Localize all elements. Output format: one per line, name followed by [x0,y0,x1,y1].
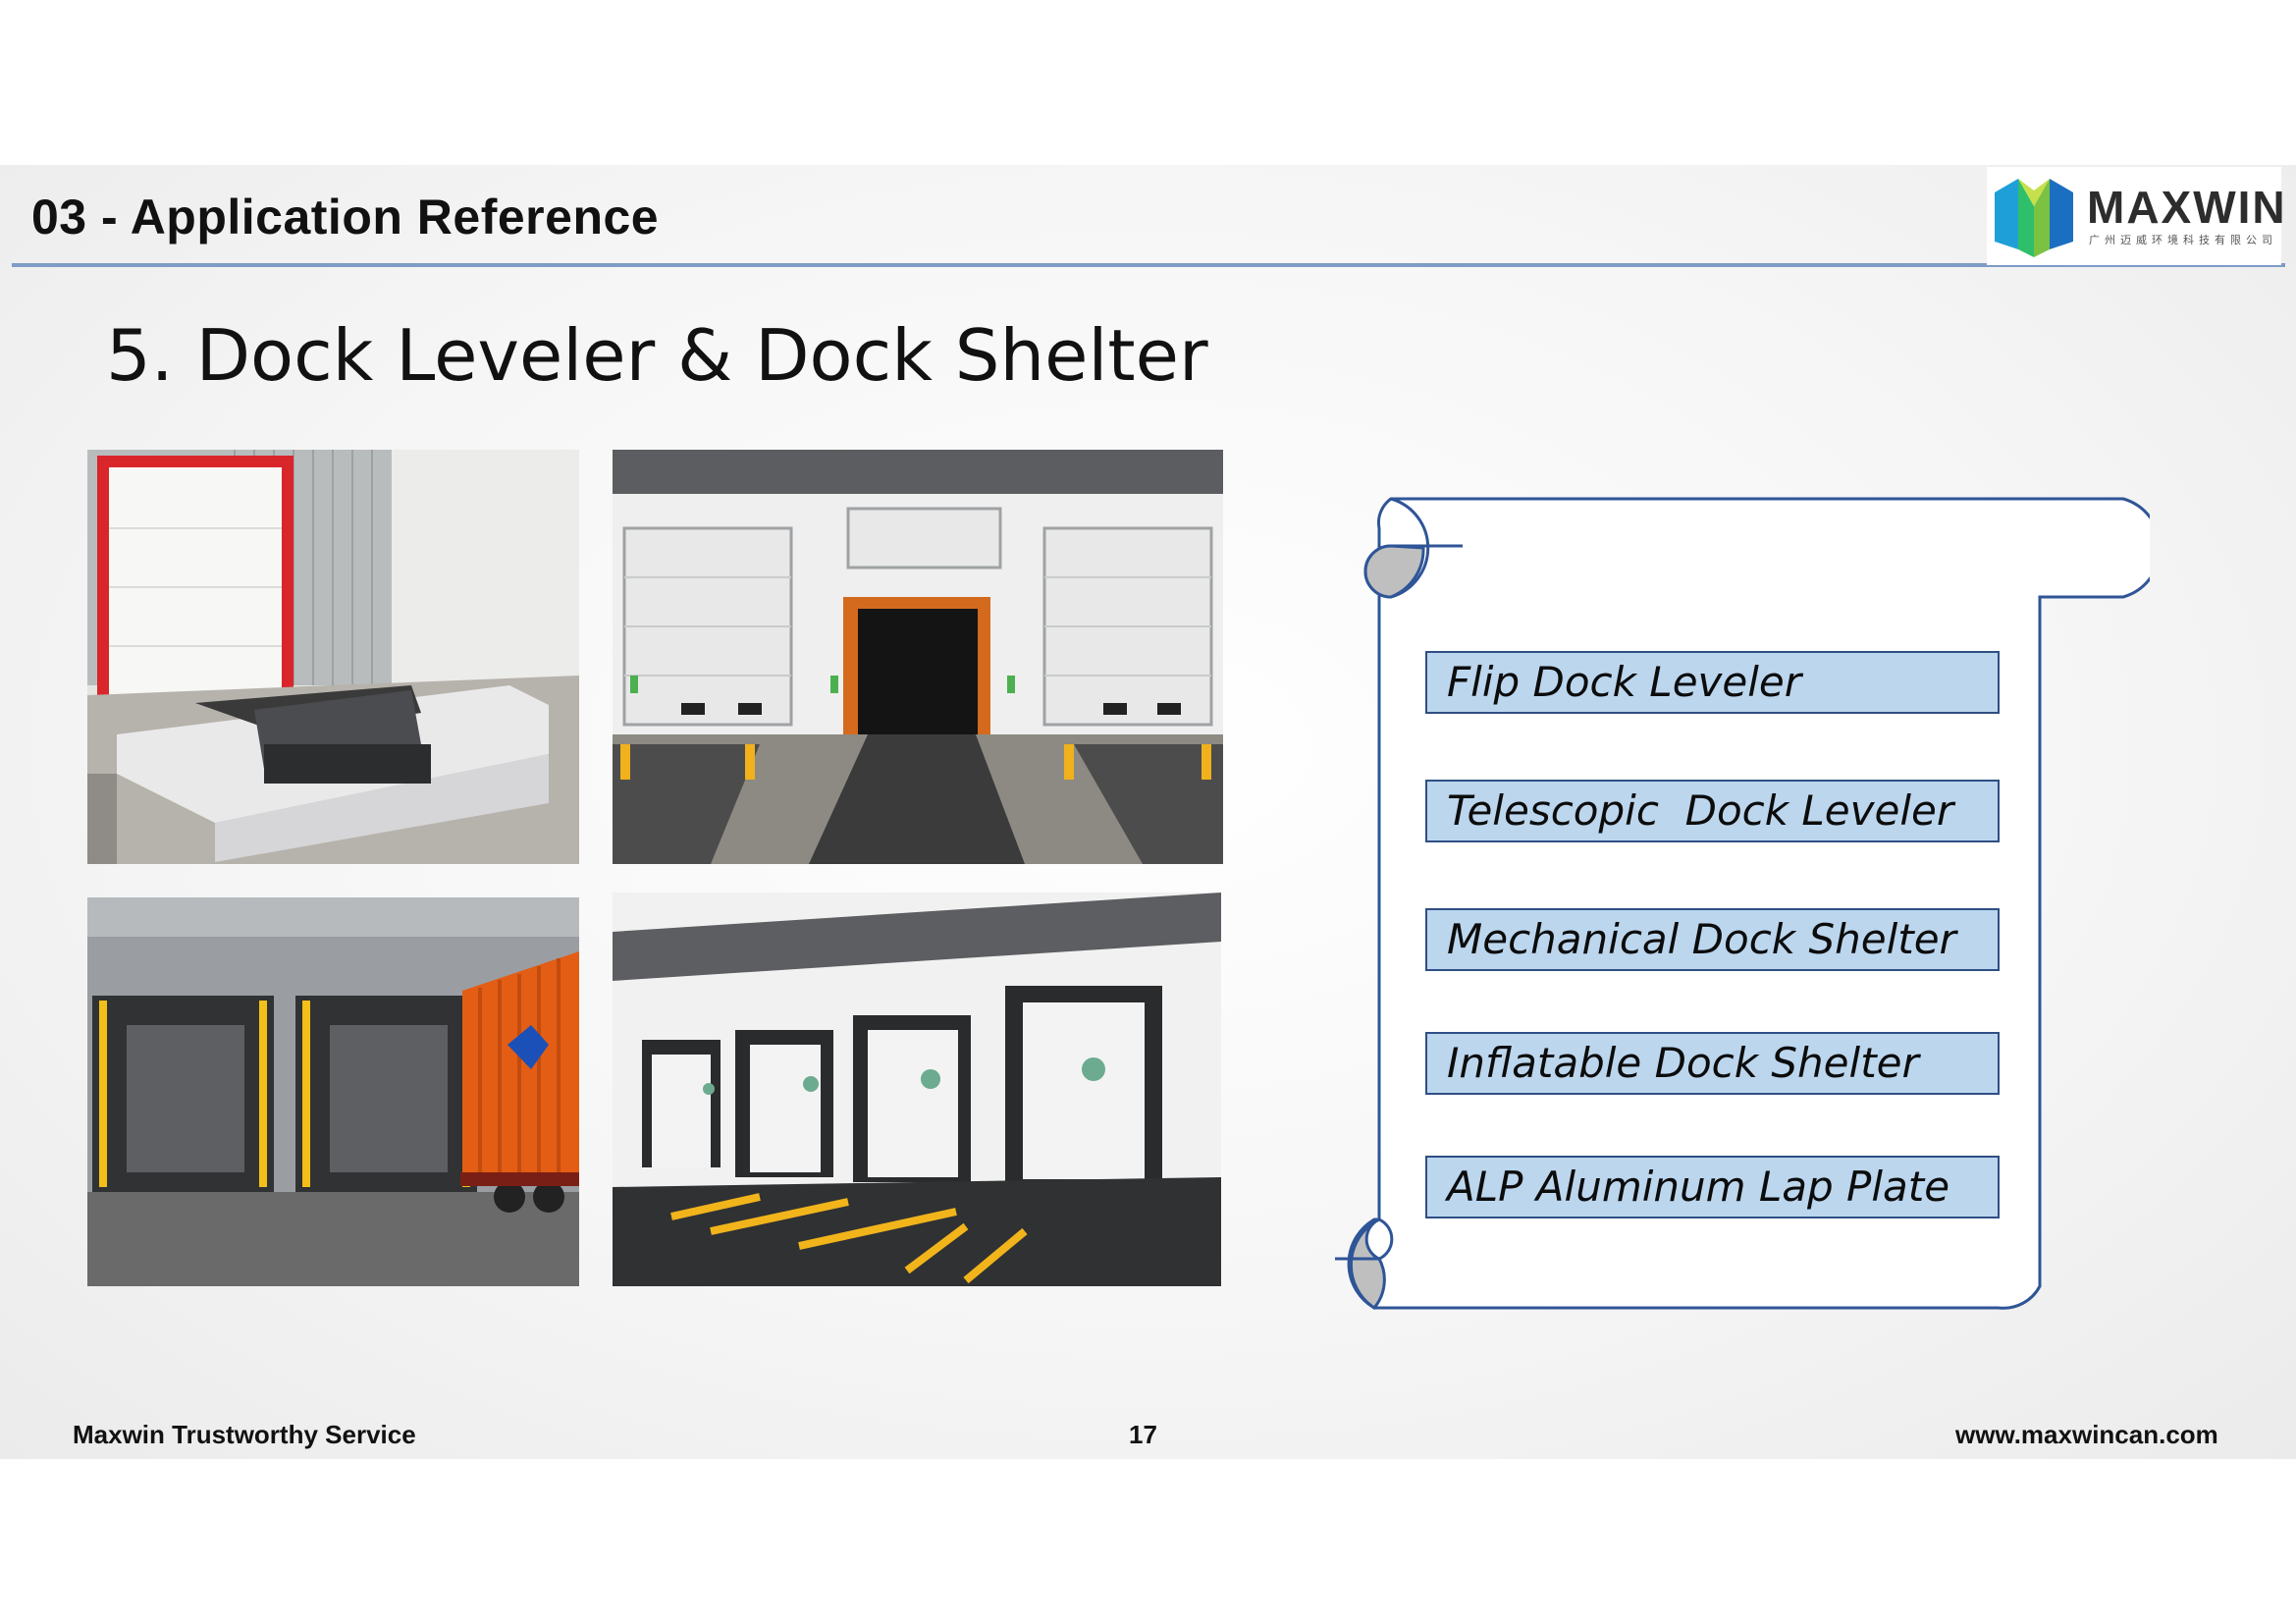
header-divider [12,263,2285,267]
logo-subtitle: 广州迈威环境科技有限公司 [2089,234,2277,246]
product-item-telescopic-dock-leveler: Telescopic Dock Leveler [1425,780,2000,842]
product-item-inflatable-dock-shelter: Inflatable Dock Shelter [1425,1032,2000,1095]
warehouse-dock-doors-photo [613,893,1221,1286]
section-title: 03 - Application Reference [31,189,660,244]
page-number: 17 [1129,1420,1157,1449]
dock-leveler-photo [87,450,579,864]
company-logo: MAXWIN 广州迈威环境科技有限公司 [1987,167,2285,265]
page-heading: 5. Dock Leveler & Dock Shelter [106,314,1208,397]
loading-bay-doors-photo [613,450,1223,864]
logo-wordmark: MAXWIN [2087,182,2287,233]
product-item-alp-lap-plate: ALP Aluminum Lap Plate [1425,1156,2000,1218]
footer-website: www.maxwincan.com [1955,1420,2218,1449]
dock-shelter-container-photo [87,897,579,1286]
maxwin-logo-icon [1995,179,2073,257]
footer-tagline: Maxwin Trustworthy Service [73,1420,416,1449]
product-item-mechanical-dock-shelter: Mechanical Dock Shelter [1425,908,2000,971]
product-item-flip-dock-leveler: Flip Dock Leveler [1425,651,2000,714]
